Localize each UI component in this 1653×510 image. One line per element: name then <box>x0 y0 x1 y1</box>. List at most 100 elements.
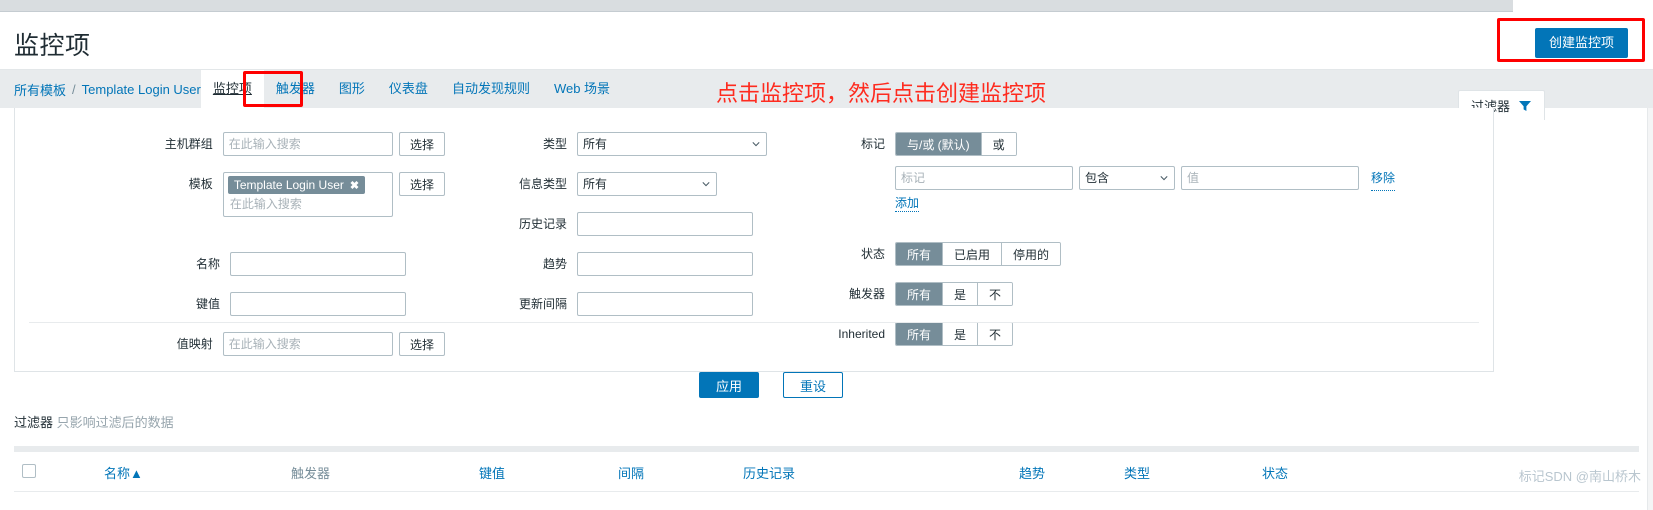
template-search-input[interactable] <box>227 194 388 214</box>
column-header-name[interactable]: 名称▲ <box>104 463 143 482</box>
field-state-label: 状态 <box>860 247 885 261</box>
filter-note-strong: 过滤器 <box>14 415 54 430</box>
column-header-history[interactable]: 历史记录 <box>743 463 795 482</box>
field-history: 历史记录 <box>447 212 753 236</box>
filter-panel: 主机群组 选择 模板 Template Login User ✖ 选择 名称 键… <box>14 108 1494 372</box>
state-option-enabled[interactable]: 已启用 <box>942 243 1002 265</box>
key-input[interactable] <box>230 292 406 316</box>
value-map-select-button[interactable]: 选择 <box>398 332 445 356</box>
tags-operator-segmented: 与/或 (默认) 或 <box>895 132 1017 156</box>
page-scrollbar[interactable] <box>1647 108 1653 510</box>
info-type-select-wrap: 所有 <box>577 172 717 196</box>
close-icon[interactable]: ✖ <box>350 179 359 192</box>
zabbix-page: 监控项 创建监控项 所有模板 / Template Login User 监控项… <box>0 12 1653 510</box>
triggers-option-yes[interactable]: 是 <box>942 283 978 305</box>
tab-dashboards[interactable]: 仪表盘 <box>377 70 440 108</box>
browser-chrome-strip <box>0 0 1653 12</box>
tag-name-input[interactable] <box>895 166 1073 190</box>
state-option-disabled[interactable]: 停用的 <box>1001 243 1061 265</box>
page-header: 监控项 创建监控项 <box>0 12 1653 70</box>
field-name-label: 名称 <box>195 257 220 271</box>
tab-web-scenarios[interactable]: Web 场景 <box>542 70 622 108</box>
field-type: 类型 所有 <box>447 132 767 156</box>
funnel-icon <box>1518 99 1532 113</box>
field-info-type-label: 信息类型 <box>518 177 567 191</box>
field-state: 状态 所有 已启用 停用的 <box>805 242 1062 266</box>
field-update-interval-label: 更新间隔 <box>518 297 567 311</box>
field-info-type: 信息类型 所有 <box>447 172 717 196</box>
column-header-key[interactable]: 键值 <box>479 463 505 482</box>
tab-triggers[interactable]: 触发器 <box>264 70 327 108</box>
field-template-label: 模板 <box>188 177 213 191</box>
tags-operator-or[interactable]: 或 <box>980 133 1016 155</box>
template-multiselect[interactable]: Template Login User ✖ <box>222 172 393 217</box>
value-map-input[interactable] <box>222 332 393 356</box>
state-option-all[interactable]: 所有 <box>896 243 943 265</box>
inherited-segmented: 所有 是 不 <box>895 322 1014 346</box>
nav-tab-bar: 所有模板 / Template Login User 监控项 触发器 图形 仪表… <box>0 70 1653 108</box>
type-select[interactable]: 所有 <box>577 132 767 156</box>
panel-divider <box>29 322 1479 323</box>
tag-condition-select-wrap: 包含 <box>1079 166 1175 190</box>
field-inherited: Inherited 所有 是 不 <box>805 322 1014 346</box>
tab-items[interactable]: 监控项 <box>200 70 264 108</box>
tag-add-row: 添加 <box>895 194 920 212</box>
field-value-map: 值映射 选择 <box>15 332 445 356</box>
inherited-option-all[interactable]: 所有 <box>896 323 943 345</box>
tag-condition-select[interactable]: 包含 <box>1079 166 1175 190</box>
tag-value-input[interactable] <box>1181 166 1359 190</box>
template-select-button[interactable]: 选择 <box>398 172 445 196</box>
reset-button[interactable]: 重设 <box>783 372 844 398</box>
field-tags-label: 标记 <box>860 137 885 151</box>
create-item-button[interactable]: 创建监控项 <box>1534 28 1628 58</box>
state-segmented: 所有 已启用 停用的 <box>895 242 1062 266</box>
field-type-label: 类型 <box>542 137 567 151</box>
column-header-trends[interactable]: 趋势 <box>1019 463 1045 482</box>
history-input[interactable] <box>577 212 753 236</box>
field-host-group: 主机群组 选择 <box>15 132 445 156</box>
tag-filter-row: 包含 移除 <box>895 166 1396 191</box>
template-chip-label: Template Login User <box>233 178 344 192</box>
field-key-label: 键值 <box>195 297 220 311</box>
page-title: 监控项 <box>14 32 91 60</box>
host-group-select-button[interactable]: 选择 <box>398 132 445 156</box>
info-type-select[interactable]: 所有 <box>577 172 717 196</box>
triggers-option-no[interactable]: 不 <box>977 283 1013 305</box>
column-header-status[interactable]: 状态 <box>1262 463 1288 482</box>
table-header-row: 名称▲ 触发器 键值 间隔 历史记录 趋势 类型 状态 <box>14 452 1639 492</box>
breadcrumb-template-name[interactable]: Template Login User <box>82 82 201 97</box>
field-inherited-label: Inherited <box>838 327 885 341</box>
select-all-checkbox[interactable] <box>22 464 36 478</box>
triggers-option-all[interactable]: 所有 <box>896 283 943 305</box>
apply-button[interactable]: 应用 <box>699 372 760 398</box>
field-update-interval: 更新间隔 <box>447 292 753 316</box>
field-trends-label: 趋势 <box>542 257 567 271</box>
tab-discovery-rules[interactable]: 自动发现规则 <box>440 70 542 108</box>
breadcrumb: 所有模板 / Template Login User 监控项 触发器 图形 仪表… <box>14 70 622 108</box>
column-header-type[interactable]: 类型 <box>1124 463 1150 482</box>
column-header-interval[interactable]: 间隔 <box>618 463 644 482</box>
field-name: 名称 <box>15 252 445 276</box>
host-group-input[interactable] <box>222 132 393 156</box>
column-header-triggers[interactable]: 触发器 <box>291 463 330 482</box>
inherited-option-yes[interactable]: 是 <box>942 323 978 345</box>
breadcrumb-all-templates[interactable]: 所有模板 <box>14 80 66 99</box>
field-host-group-label: 主机群组 <box>164 137 213 151</box>
trends-input[interactable] <box>577 252 753 276</box>
tag-remove-link[interactable]: 移除 <box>1371 166 1396 191</box>
field-history-label: 历史记录 <box>518 217 567 231</box>
tags-operator-andor[interactable]: 与/或 (默认) <box>896 133 981 155</box>
update-interval-input[interactable] <box>577 292 753 316</box>
triggers-segmented: 所有 是 不 <box>895 282 1014 306</box>
inherited-option-no[interactable]: 不 <box>977 323 1013 345</box>
filter-note-dim: 只影响过滤后的数据 <box>56 415 174 430</box>
field-template: 模板 Template Login User ✖ 选择 <box>15 172 445 217</box>
name-input[interactable] <box>230 252 406 276</box>
column-header-name-label: 名称 <box>104 466 131 481</box>
tag-add-link[interactable]: 添加 <box>895 194 920 212</box>
browser-chrome-right-blank <box>1513 0 1653 12</box>
field-key: 键值 <box>15 292 445 316</box>
field-triggers: 触发器 所有 是 不 <box>805 282 1014 306</box>
type-select-wrap: 所有 <box>577 132 767 156</box>
tab-graphs[interactable]: 图形 <box>327 70 377 108</box>
